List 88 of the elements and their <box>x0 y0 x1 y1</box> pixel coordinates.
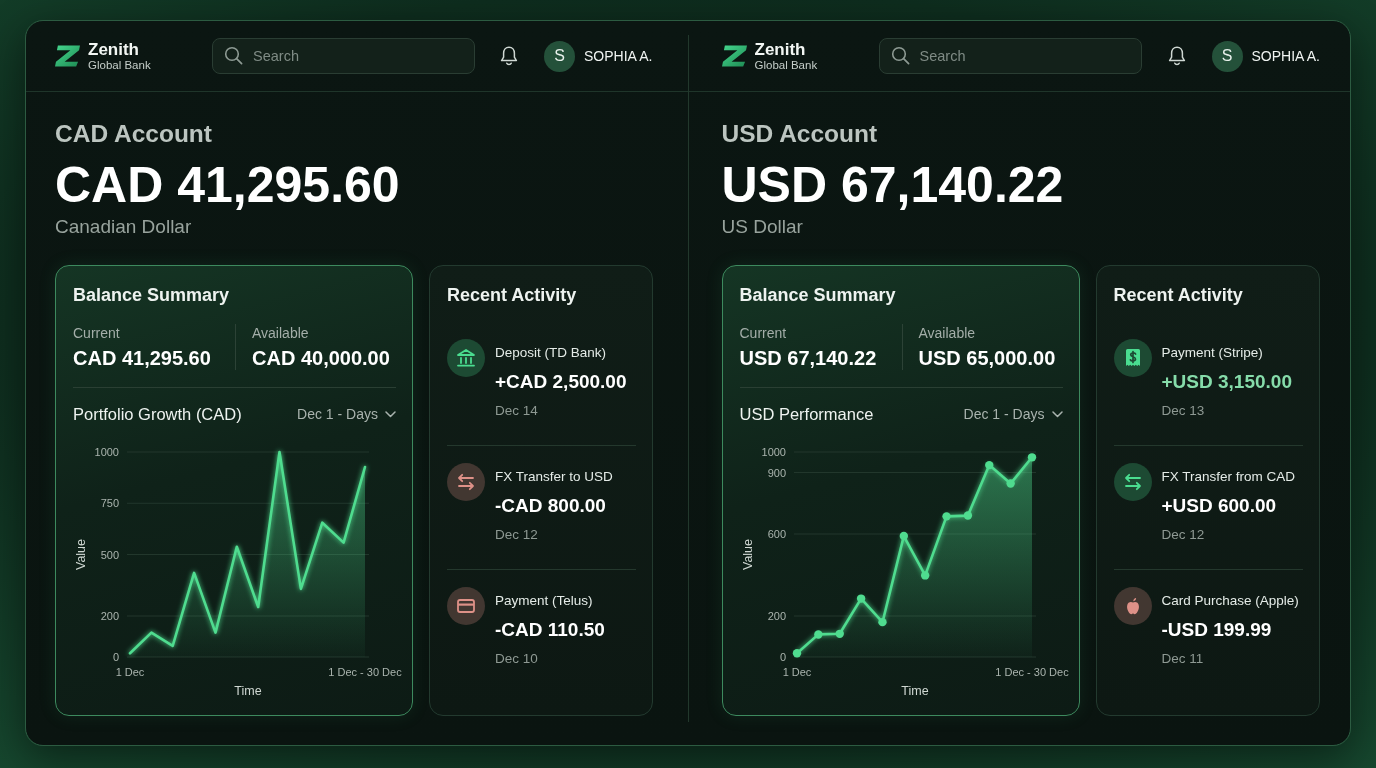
transaction-title: FX Transfer to USD <box>495 468 613 486</box>
transaction-date: Dec 11 <box>1161 650 1204 668</box>
chart-point <box>792 649 801 658</box>
transaction-date: Dec 14 <box>495 402 538 420</box>
figure-value: CAD 40,000.00 <box>252 346 390 370</box>
account-title: USD Account <box>721 121 879 147</box>
transaction-amount: -CAD 800.00 <box>495 494 606 518</box>
search-field[interactable]: Search <box>212 38 475 74</box>
logo-icon <box>721 45 747 67</box>
axis-tick-label: 1 Dec <box>115 666 145 678</box>
axis-tick-label: 900 <box>767 466 786 479</box>
user-name[interactable]: SOPHIA A. <box>584 48 653 64</box>
transaction-amount: +USD 600.00 <box>1161 494 1277 518</box>
chart-point <box>941 512 951 521</box>
range-dropdown[interactable]: Dec 1 - Days <box>963 406 1063 422</box>
axis-tick-label: 750 <box>100 497 119 510</box>
logo-icon <box>55 45 80 67</box>
chart-point <box>1027 453 1036 462</box>
chart-title: USD Performance <box>739 404 874 424</box>
axis-tick-label: 500 <box>100 548 119 561</box>
caret-icon <box>1051 410 1063 418</box>
transaction-amount: -USD 199.99 <box>1161 618 1272 642</box>
axis-title: Value <box>74 539 88 570</box>
section-title: Recent Activity <box>447 284 578 306</box>
search-field[interactable]: Search <box>878 38 1142 74</box>
brand-name: Zenith <box>754 40 806 59</box>
chart-title: Portfolio Growth (CAD) <box>73 404 242 424</box>
chart-point <box>920 571 929 580</box>
axis-tick-label: 1 Dec - 30 Dec <box>328 666 402 678</box>
figure-label: Current <box>73 324 120 342</box>
chart-point <box>963 511 972 520</box>
transaction-amount: -CAD 110.50 <box>495 618 605 642</box>
account-balance: CAD 41,295.60 <box>55 157 401 213</box>
transaction-title: Card Purchase (Apple) <box>1161 592 1299 610</box>
search-icon <box>224 46 243 65</box>
transaction-title: Payment (Stripe) <box>1161 344 1263 362</box>
axis-tick-label: 600 <box>767 528 786 540</box>
axis-tick-label: 0 <box>779 651 786 663</box>
account-title: CAD Account <box>55 121 213 147</box>
axis-title: Time <box>234 684 262 698</box>
chart-point <box>877 617 887 627</box>
transaction-amount: +CAD 2,500.00 <box>495 370 627 394</box>
section-title: Recent Activity <box>1113 284 1244 306</box>
chart-point <box>813 630 823 639</box>
axis-tick-label: 1000 <box>761 446 786 458</box>
user-name[interactable]: SOPHIA A. <box>1251 48 1320 64</box>
chart-point <box>984 460 993 470</box>
currency-name: Canadian Dollar <box>55 215 193 239</box>
currency-name: US Dollar <box>721 215 804 239</box>
axis-tick-label: 1 Dec - 30 Dec <box>994 666 1069 678</box>
transaction-date: Dec 10 <box>495 650 538 668</box>
axis-title: Time <box>900 684 929 698</box>
section-title: Balance Summary <box>73 284 231 306</box>
search-icon <box>890 46 910 65</box>
brand-tagline: Global Bank <box>754 59 818 72</box>
range-dropdown[interactable]: Dec 1 - Days <box>297 406 396 422</box>
bell-icon[interactable] <box>1166 45 1187 67</box>
axis-title: Value <box>740 539 755 570</box>
transaction-title: FX Transfer from CAD <box>1161 468 1296 486</box>
axis-tick-label: 0 <box>112 651 119 663</box>
bell-icon[interactable] <box>499 45 519 67</box>
section-title: Balance Summary <box>739 284 897 306</box>
axis-tick-label: 1 Dec <box>782 666 811 678</box>
figure-label: Current <box>739 324 787 342</box>
transaction-title: Deposit (TD Bank) <box>495 344 607 362</box>
chart-point <box>835 629 844 639</box>
figure-label: Available <box>918 324 976 342</box>
figure-value: USD 65,000.00 <box>918 346 1056 370</box>
transaction-date: Dec 13 <box>1161 402 1205 420</box>
user-avatar[interactable]: S <box>544 40 575 72</box>
user-avatar[interactable]: S <box>1211 40 1243 72</box>
axis-tick-label: 200 <box>767 610 786 622</box>
transaction-date: Dec 12 <box>495 526 538 544</box>
brand-tagline: Global Bank <box>88 59 151 72</box>
axis-tick-label: 200 <box>100 610 119 622</box>
transaction-amount: +USD 3,150.00 <box>1161 370 1292 394</box>
chart-point <box>899 531 908 541</box>
figure-label: Available <box>252 324 309 342</box>
brand-name: Zenith <box>88 40 139 59</box>
figure-value: CAD 41,295.60 <box>73 346 211 370</box>
chart-point <box>1005 479 1015 488</box>
transaction-title: Payment (Telus) <box>495 592 593 610</box>
transaction-date: Dec 12 <box>1161 526 1205 544</box>
axis-tick-label: 1000 <box>94 446 119 458</box>
figure-value: USD 67,140.22 <box>739 346 877 370</box>
caret-icon <box>385 410 396 418</box>
account-balance: USD 67,140.22 <box>721 157 1065 213</box>
chart-point <box>856 594 865 603</box>
